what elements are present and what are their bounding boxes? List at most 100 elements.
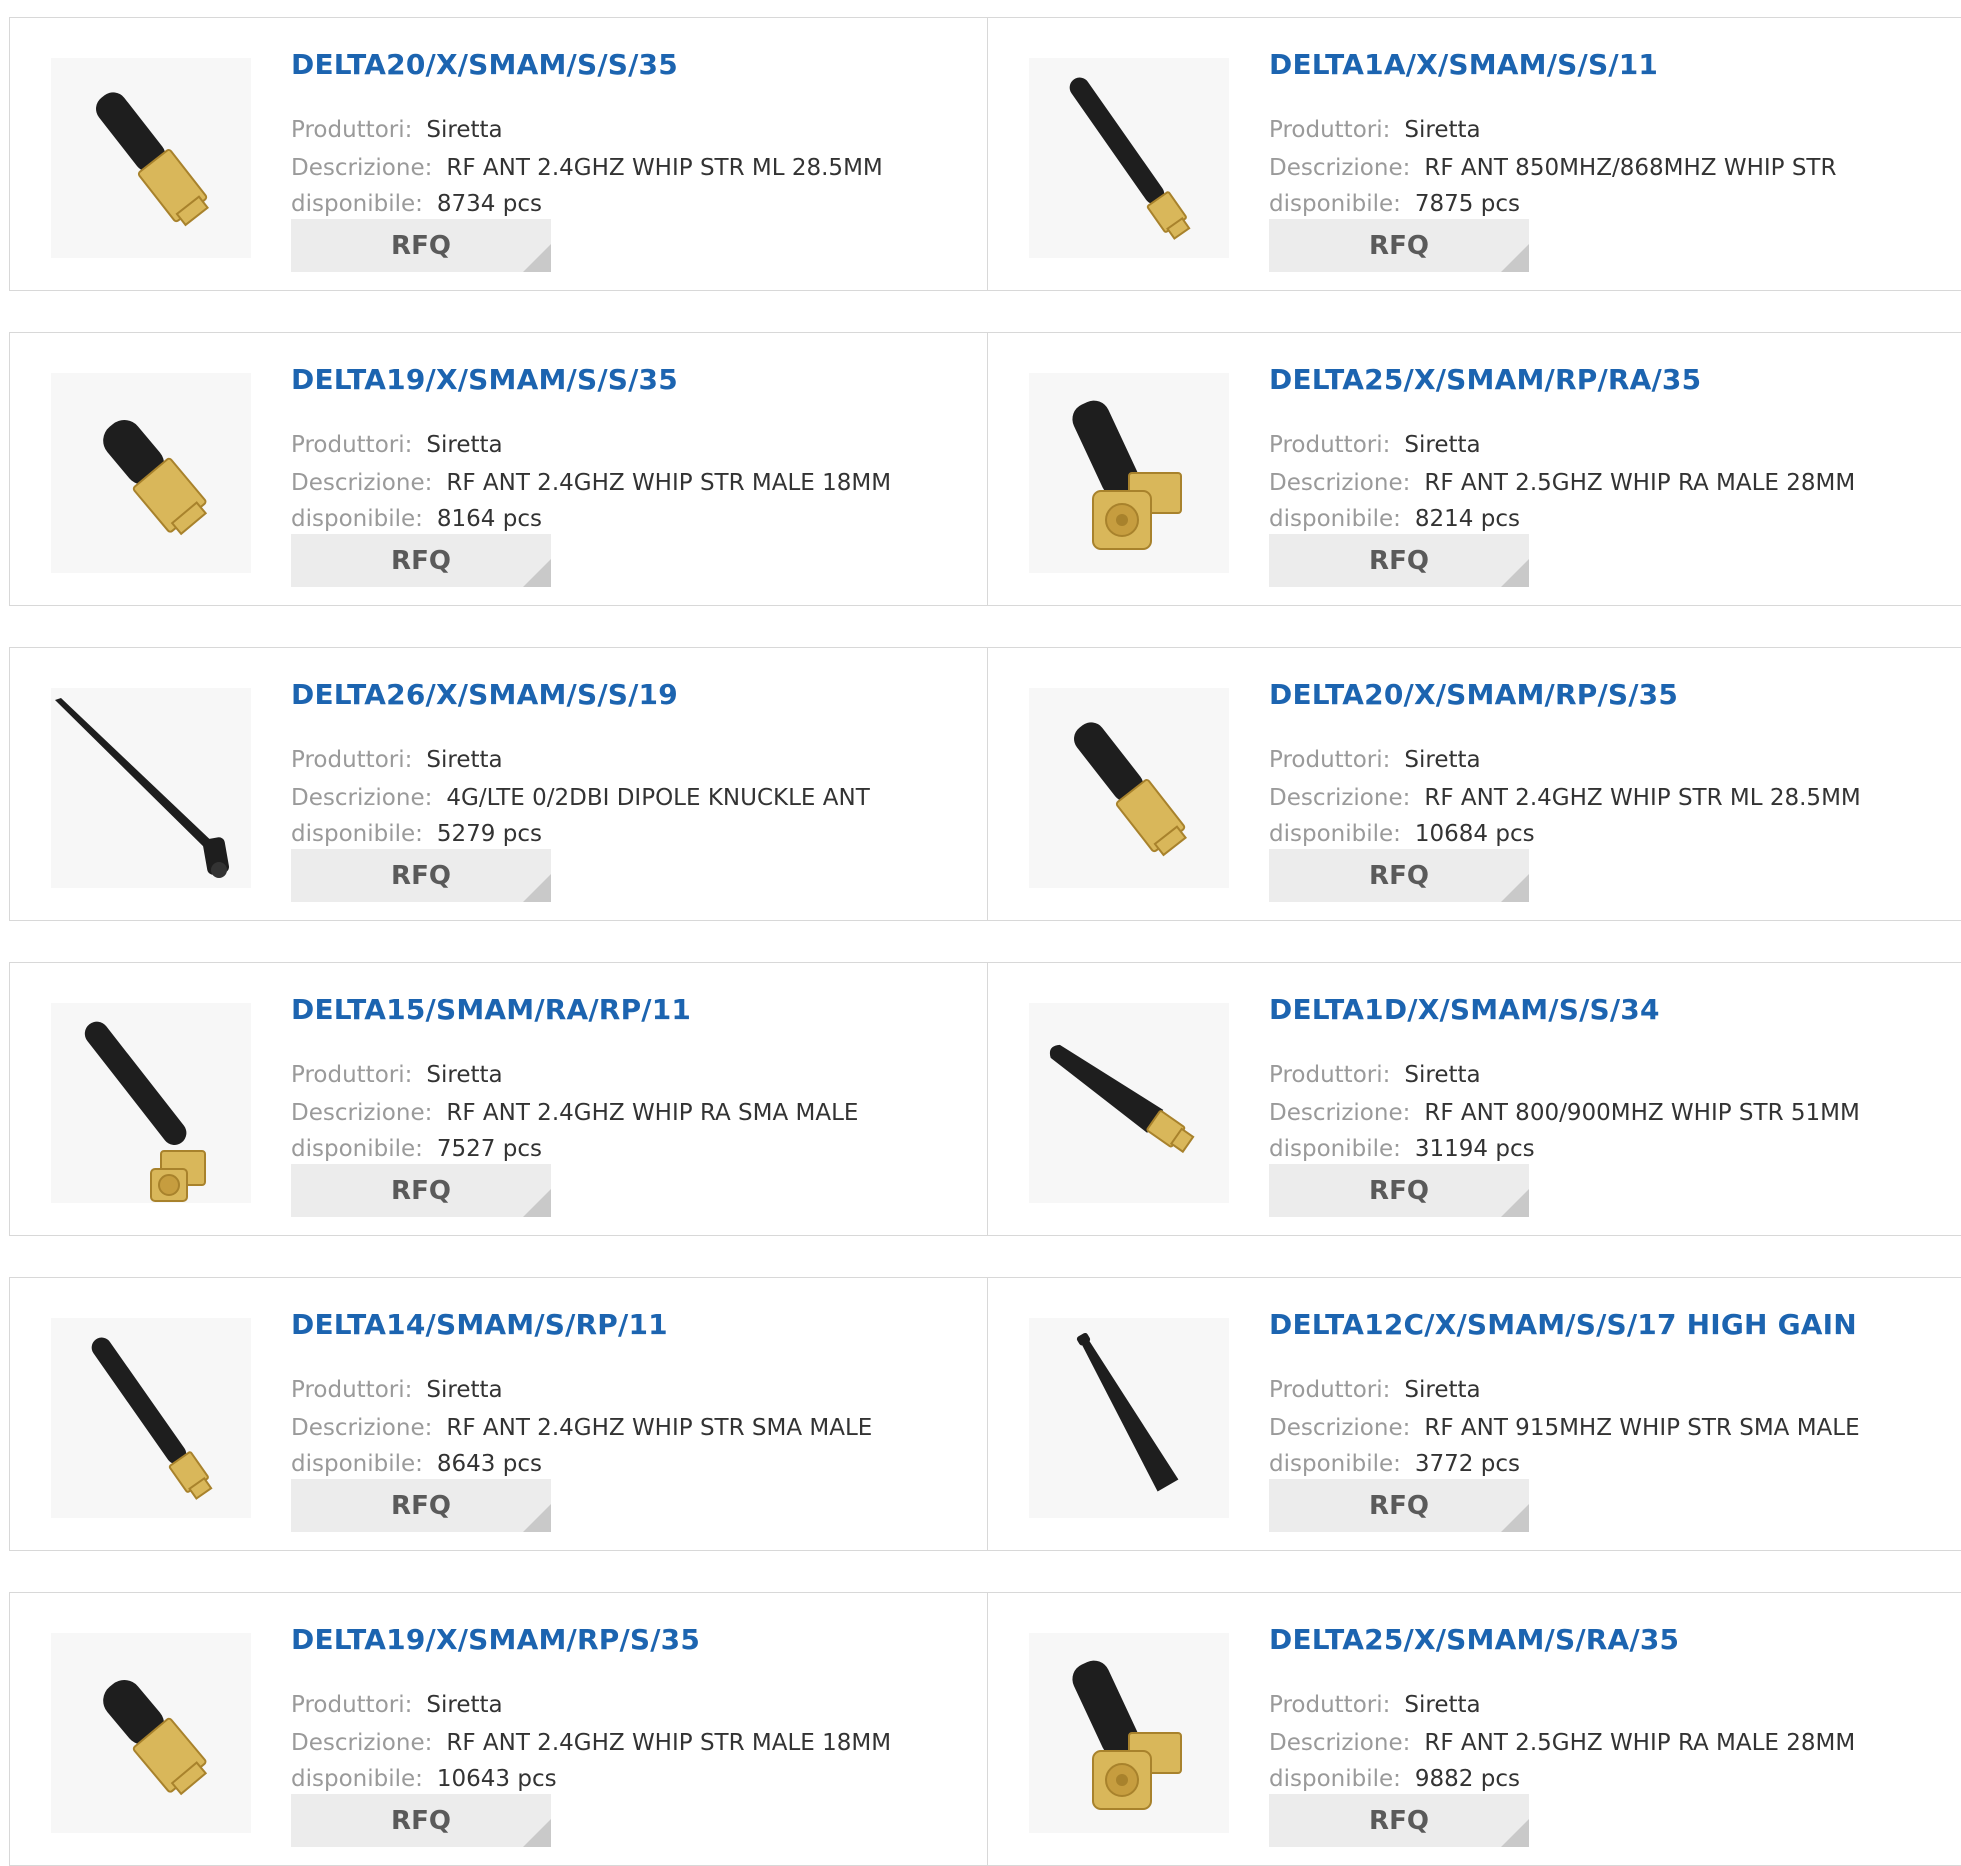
button-corner-decoration	[1501, 559, 1529, 587]
product-image-dipole-knuckle-antenna[interactable]	[51, 688, 251, 888]
rfq-button[interactable]: RFQ	[1269, 1479, 1529, 1532]
product-image-stubby-antenna-short[interactable]	[51, 373, 251, 573]
rfq-label: RFQ	[391, 1175, 451, 1206]
available-value: 8164 pcs	[436, 506, 542, 532]
tapered-whip-antenna-icon	[1049, 1044, 1195, 1154]
available-value: 8734 pcs	[436, 191, 542, 217]
available-label: disponibile:	[291, 506, 423, 532]
rfq-button[interactable]: RFQ	[291, 1794, 551, 1847]
rfq-button[interactable]: RFQ	[291, 219, 551, 272]
available-value: 10643 pcs	[436, 1766, 557, 1792]
manufacturer-label: Produttori:	[1269, 1377, 1391, 1403]
description-line: Descrizione: RF ANT 915MHZ WHIP STR SMA M…	[1269, 1415, 1860, 1441]
manufacturer-label: Produttori:	[291, 117, 413, 143]
product-image-tapered-whip-antenna[interactable]	[1029, 1003, 1229, 1203]
product-title-link[interactable]: DELTA20/X/SMAM/RP/S/35	[1269, 678, 1678, 711]
product-title-link[interactable]: DELTA25/X/SMAM/S/RA/35	[1269, 1623, 1679, 1656]
availability-line: disponibile: 10684 pcs	[1269, 821, 1535, 847]
product-row: DELTA19/X/SMAM/S/S/35 Produttori: Siretta…	[9, 332, 1961, 606]
manufacturer-value: Siretta	[426, 747, 503, 773]
product-image-stubby-antenna-right-angle[interactable]	[1029, 1633, 1229, 1833]
description-label: Descrizione:	[291, 1100, 433, 1126]
product-title-link[interactable]: DELTA19/X/SMAM/RP/S/35	[291, 1623, 700, 1656]
manufacturer-line: Produttori: Siretta	[1269, 1377, 1481, 1403]
available-label: disponibile:	[291, 1136, 423, 1162]
product-card: DELTA19/X/SMAM/S/S/35 Produttori: Siretta…	[10, 333, 988, 605]
available-value: 3772 pcs	[1414, 1451, 1520, 1477]
product-row: DELTA26/X/SMAM/S/S/19 Produttori: Siretta…	[9, 647, 1961, 921]
rfq-button[interactable]: RFQ	[1269, 849, 1529, 902]
rfq-button[interactable]: RFQ	[1269, 534, 1529, 587]
button-corner-decoration	[523, 1504, 551, 1532]
rfq-button[interactable]: RFQ	[291, 1479, 551, 1532]
product-card: DELTA20/X/SMAM/S/S/35 Produttori: Siretta…	[10, 18, 988, 290]
rfq-button[interactable]: RFQ	[1269, 219, 1529, 272]
button-corner-decoration	[1501, 874, 1529, 902]
product-title-link[interactable]: DELTA1D/X/SMAM/S/S/34	[1269, 993, 1660, 1026]
rfq-label: RFQ	[1369, 860, 1429, 891]
description-value: RF ANT 2.5GHZ WHIP RA MALE 28MM	[1424, 1730, 1856, 1756]
description-line: Descrizione: 4G/LTE 0/2DBI DIPOLE KNUCKLE…	[291, 785, 870, 811]
description-label: Descrizione:	[291, 470, 433, 496]
product-image-stubby-antenna-straight[interactable]	[1029, 688, 1229, 888]
availability-line: disponibile: 5279 pcs	[291, 821, 542, 847]
stubby-antenna-right-angle-icon	[1072, 1660, 1182, 1810]
product-title-link[interactable]: DELTA14/SMAM/S/RP/11	[291, 1308, 668, 1341]
manufacturer-label: Produttori:	[1269, 747, 1391, 773]
product-card: DELTA25/X/SMAM/RP/RA/35 Produttori: Siret…	[988, 333, 1961, 605]
product-title-link[interactable]: DELTA1A/X/SMAM/S/S/11	[1269, 48, 1658, 81]
product-image-stubby-antenna-right-angle[interactable]	[1029, 373, 1229, 573]
button-corner-decoration	[1501, 244, 1529, 272]
availability-line: disponibile: 8734 pcs	[291, 191, 542, 217]
dipole-knuckle-antenna-icon	[55, 698, 230, 878]
product-title-link[interactable]: DELTA12C/X/SMAM/S/S/17 HIGH GAIN	[1269, 1308, 1857, 1341]
available-value: 7875 pcs	[1414, 191, 1520, 217]
product-card: DELTA1A/X/SMAM/S/S/11 Produttori: Siretta…	[988, 18, 1961, 290]
button-corner-decoration	[1501, 1819, 1529, 1847]
description-value: RF ANT 915MHZ WHIP STR SMA MALE	[1424, 1415, 1860, 1441]
manufacturer-line: Produttori: Siretta	[291, 432, 503, 458]
description-label: Descrizione:	[1269, 470, 1411, 496]
description-line: Descrizione: RF ANT 2.4GHZ WHIP RA SMA MA…	[291, 1100, 858, 1126]
product-title-link[interactable]: DELTA19/X/SMAM/S/S/35	[291, 363, 678, 396]
availability-line: disponibile: 31194 pcs	[1269, 1136, 1535, 1162]
manufacturer-line: Produttori: Siretta	[291, 1692, 503, 1718]
available-value: 5279 pcs	[436, 821, 542, 847]
product-title-link[interactable]: DELTA25/X/SMAM/RP/RA/35	[1269, 363, 1701, 396]
description-label: Descrizione:	[1269, 785, 1411, 811]
product-title-link[interactable]: DELTA15/SMAM/RA/RP/11	[291, 993, 691, 1026]
product-card: DELTA20/X/SMAM/RP/S/35 Produttori: Sirett…	[988, 648, 1961, 920]
rfq-button[interactable]: RFQ	[291, 534, 551, 587]
available-label: disponibile:	[291, 1766, 423, 1792]
product-title-link[interactable]: DELTA26/X/SMAM/S/S/19	[291, 678, 678, 711]
manufacturer-value: Siretta	[426, 432, 503, 458]
product-image-thin-whip-antenna[interactable]	[1029, 1318, 1229, 1518]
manufacturer-line: Produttori: Siretta	[291, 747, 503, 773]
description-line: Descrizione: RF ANT 800/900MHZ WHIP STR 5…	[1269, 1100, 1860, 1126]
rfq-button[interactable]: RFQ	[291, 849, 551, 902]
button-corner-decoration	[1501, 1504, 1529, 1532]
product-image-stubby-antenna-straight[interactable]	[51, 58, 251, 258]
availability-line: disponibile: 3772 pcs	[1269, 1451, 1520, 1477]
description-label: Descrizione:	[1269, 1100, 1411, 1126]
rfq-label: RFQ	[1369, 230, 1429, 261]
stubby-antenna-straight-icon	[1074, 722, 1187, 857]
product-image-whip-antenna-right-angle[interactable]	[51, 1003, 251, 1203]
product-image-whip-antenna-straight[interactable]	[51, 1318, 251, 1518]
button-corner-decoration	[523, 874, 551, 902]
product-image-whip-antenna-straight[interactable]	[1029, 58, 1229, 258]
available-label: disponibile:	[291, 1451, 423, 1477]
description-label: Descrizione:	[291, 785, 433, 811]
rfq-button[interactable]: RFQ	[1269, 1794, 1529, 1847]
manufacturer-label: Produttori:	[1269, 1062, 1391, 1088]
product-title-link[interactable]: DELTA20/X/SMAM/S/S/35	[291, 48, 678, 81]
product-image-stubby-antenna-short[interactable]	[51, 1633, 251, 1833]
manufacturer-label: Produttori:	[291, 1377, 413, 1403]
available-value: 8643 pcs	[436, 1451, 542, 1477]
rfq-button[interactable]: RFQ	[1269, 1164, 1529, 1217]
availability-line: disponibile: 7875 pcs	[1269, 191, 1520, 217]
description-value: RF ANT 2.4GHZ WHIP STR MALE 18MM	[446, 470, 892, 496]
rfq-button[interactable]: RFQ	[291, 1164, 551, 1217]
stubby-antenna-short-icon	[103, 1680, 208, 1796]
description-line: Descrizione: RF ANT 850MHZ/868MHZ WHIP ST…	[1269, 155, 1836, 181]
